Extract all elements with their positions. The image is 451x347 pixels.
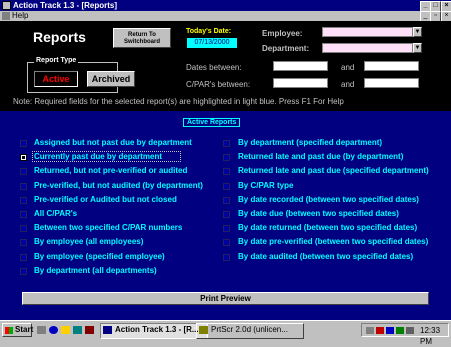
active-button[interactable]: Active [34,71,78,87]
option-label[interactable]: Pre-verified or Audited but not closed [34,195,177,204]
employee-dropdown-arrow-icon[interactable]: ▼ [413,27,422,37]
quicklaunch-channels-icon[interactable] [73,326,82,334]
option-checkbox[interactable] [223,168,230,176]
option-checkbox[interactable] [20,211,27,218]
reports-form: Reports Return To Switchboard Today's Da… [0,21,451,320]
help-note: Note: Required fields for the selected r… [13,97,344,106]
department-select[interactable] [322,43,413,53]
quicklaunch-outlook-icon[interactable] [61,326,70,334]
archived-button[interactable]: Archived [87,71,135,87]
and-label-dates: and [341,63,355,72]
option-checkbox[interactable] [20,239,27,247]
taskbar-task-prtscr[interactable]: PrtScr 2.0d (unlicen... [196,323,304,339]
windows-logo-icon [5,327,13,334]
and-label-cpars: and [341,80,355,89]
option-checkbox[interactable] [223,211,230,218]
clock: 12:33 PM [420,326,441,346]
todays-date-field[interactable]: 07/13/2000 [187,38,237,48]
option-checkbox[interactable] [223,253,230,261]
start-cpar-field[interactable] [273,78,328,88]
option-checkbox[interactable] [20,253,27,261]
system-tray: 12:33 PM [361,323,449,346]
option-label[interactable]: By department (specified department) [238,138,382,147]
department-dropdown-arrow-icon[interactable]: ▼ [413,43,422,53]
start-date-field[interactable] [273,61,328,71]
quicklaunch-app-icon[interactable] [85,326,94,334]
tray-monitor-icon[interactable] [386,327,394,334]
option-label[interactable]: Returned late and past due (by departmen… [238,152,403,161]
tray-util-icon[interactable] [396,327,404,334]
option-label[interactable]: By department (all departments) [34,266,157,275]
option-checkbox[interactable] [20,267,27,275]
dates-between-label: Dates between: [186,63,242,72]
tray-app-icon[interactable] [376,327,384,334]
cpars-between-label: C/PAR's between: [186,80,251,89]
option-checkbox[interactable] [20,154,27,162]
option-checkbox[interactable] [20,168,27,176]
quicklaunch-ie-icon[interactable] [49,326,58,334]
option-label[interactable]: By date returned (between two specified … [238,223,417,232]
option-checkbox[interactable] [20,225,27,233]
option-checkbox[interactable] [20,196,27,204]
start-label: Start [15,325,34,334]
tray-speaker-icon[interactable] [406,327,414,334]
option-label[interactable]: By date pre-verified (between two specif… [238,237,428,246]
option-label[interactable]: Pre-verified, but not audited (by depart… [34,181,203,190]
option-label[interactable]: Returned, but not pre-verified or audite… [34,166,187,175]
option-label[interactable]: By date due (between two specified dates… [238,209,399,218]
option-label[interactable]: Returned late and past due (specified de… [238,166,429,175]
option-label[interactable]: By date recorded (between two specified … [238,195,419,204]
prtscr-icon [199,326,208,334]
option-label[interactable]: By C/PAR type [238,181,293,190]
taskbar: Start Action Track 1.3 - [R... PrtScr 2.… [0,320,451,346]
option-label[interactable]: By employee (specified employee) [34,252,165,261]
option-checkbox[interactable] [223,140,230,147]
option-checkbox[interactable] [223,182,230,190]
option-checkbox[interactable] [223,239,230,247]
option-label[interactable]: Assigned but not past due by department [34,138,192,147]
end-cpar-field[interactable] [364,78,419,88]
option-checkbox[interactable] [20,140,27,147]
taskbar-task-action-track[interactable]: Action Track 1.3 - [R... [100,323,208,339]
task1-label: Action Track 1.3 - [R... [115,325,199,334]
option-label[interactable]: Currently past due by department [32,151,182,163]
option-checkbox[interactable] [20,182,27,190]
menu-bar: Help _ ▫ × [0,11,451,22]
page-title: Reports [33,29,86,45]
todays-date-label: Today's Date: [186,28,232,35]
action-track-icon [103,326,112,334]
active-reports-label: Active Reports [183,118,241,127]
doc-icon[interactable] [2,12,10,20]
option-label[interactable]: By date audited (between two specified d… [238,252,413,261]
department-label: Department: [262,44,310,53]
option-checkbox[interactable] [223,225,230,233]
print-preview-button[interactable]: Print Preview [22,292,429,305]
form-header: Reports Return To Switchboard Today's Da… [0,21,451,111]
option-label[interactable]: By employee (all employees) [34,237,143,246]
employee-label: Employee: [262,29,303,38]
title-bar: Action Track 1.3 - [Reports] _ □ × [0,0,451,12]
option-label[interactable]: Between two specified C/PAR numbers [34,223,182,232]
tray-network-icon[interactable] [366,327,374,334]
report-type-label: Report Type [34,57,79,64]
menu-help[interactable]: Help [12,11,28,21]
option-checkbox[interactable] [223,154,230,162]
task2-label: PrtScr 2.0d (unlicen... [211,325,288,334]
end-date-field[interactable] [364,61,419,71]
employee-select[interactable] [322,27,413,37]
option-label[interactable]: All C/PAR's [34,209,77,218]
start-button[interactable]: Start [2,323,34,337]
window-title: Action Track 1.3 - [Reports] [13,1,118,10]
quicklaunch-desktop-icon[interactable] [37,326,46,334]
app-icon[interactable] [2,1,11,10]
return-to-switchboard-button[interactable]: Return To Switchboard [113,28,171,48]
option-checkbox[interactable] [223,196,230,204]
